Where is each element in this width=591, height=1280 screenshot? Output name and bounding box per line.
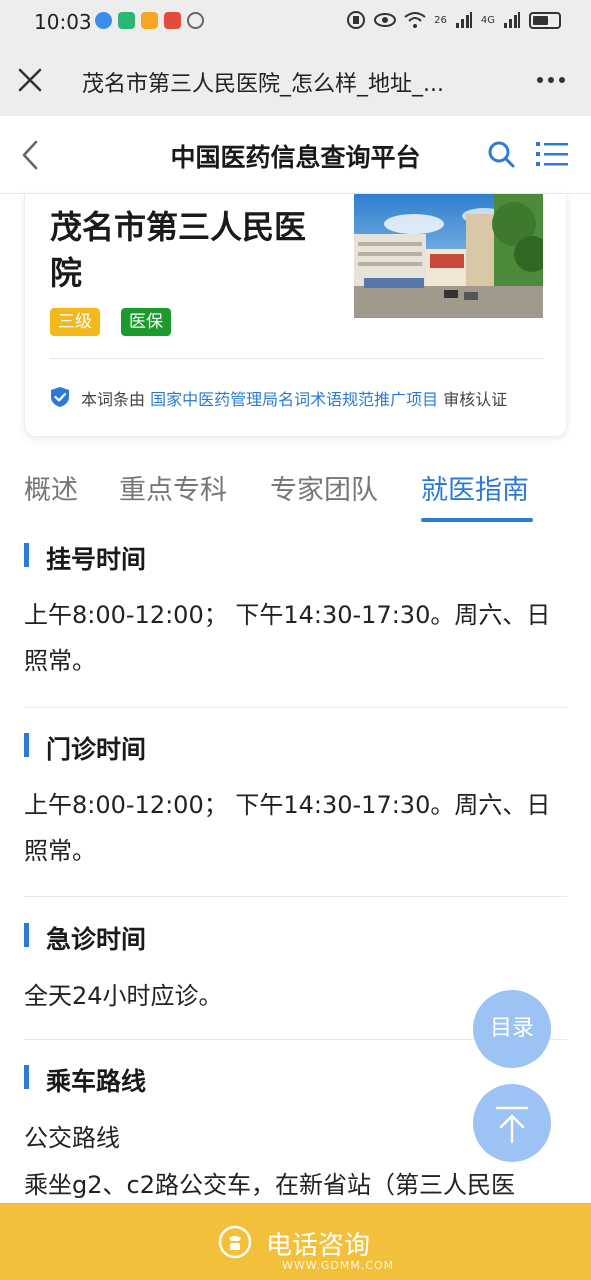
browser-title-bar: 茂名市第三人民医院_怎么样_地址_... xyxy=(0,44,591,116)
verify-link[interactable]: 国家中医药管理局名词术语规范推广项目 xyxy=(150,390,438,409)
card-divider xyxy=(50,358,543,359)
menu-list-icon[interactable] xyxy=(536,140,568,168)
tab-key-departments[interactable]: 重点专科 xyxy=(119,468,227,507)
wifi-icon xyxy=(404,12,426,28)
signal-icon-2 xyxy=(504,12,520,28)
section-marker xyxy=(24,733,29,757)
tab-overview[interactable]: 概述 xyxy=(24,468,78,507)
insurance-badge: 医保 xyxy=(121,308,171,336)
loading-icon xyxy=(187,12,204,29)
section-title: 急诊时间 xyxy=(46,925,147,954)
section-divider xyxy=(24,896,567,897)
section-title: 乘车路线 xyxy=(46,1067,147,1096)
shield-check-icon xyxy=(51,387,69,407)
phone-consult-label: 电话咨询 xyxy=(266,1231,371,1261)
search-icon[interactable] xyxy=(486,139,516,169)
battery-icon xyxy=(529,11,561,29)
section-title: 挂号时间 xyxy=(46,545,147,574)
hospital-photo[interactable] xyxy=(354,194,543,318)
nfc-icon xyxy=(347,11,366,29)
section-text: 上午8:00-12:00； 下午14:30-17:30。周六、日照常。 xyxy=(24,601,551,675)
close-icon[interactable] xyxy=(16,66,44,94)
signal-label-left: 26 xyxy=(434,14,447,26)
section-text: 乘坐g2、c2路公交车，在新省站（第三人民医 xyxy=(24,1171,515,1199)
back-to-top-button[interactable] xyxy=(473,1084,551,1162)
tab-expert-team[interactable]: 专家团队 xyxy=(270,468,378,507)
section-marker xyxy=(24,923,29,947)
active-tab-indicator xyxy=(421,518,533,522)
signal-icon xyxy=(455,12,472,28)
arrow-up-icon xyxy=(495,1106,529,1144)
table-of-contents-button[interactable]: 目录 xyxy=(473,990,551,1068)
status-indicators: 26 4G xyxy=(346,10,561,30)
status-bar: 10:03 26 4G xyxy=(0,0,591,44)
more-options-icon[interactable] xyxy=(535,68,567,92)
app-news-icon xyxy=(164,12,181,29)
hospital-card: 茂名市第三人民医院 三级 医保 本词条由 国家中医药管理局名词术语规范推广项目 … xyxy=(24,194,567,437)
section-title: 门诊时间 xyxy=(46,735,147,764)
app-heart-icon xyxy=(141,12,158,29)
phone-consult-bar[interactable]: 电话咨询 WWW.GDMM.COM xyxy=(0,1203,591,1280)
hospital-name: 茂名市第三人民医院 xyxy=(50,208,307,292)
browser-page-title: 茂名市第三人民医院_怎么样_地址_... xyxy=(82,72,444,97)
tab-visit-guide[interactable]: 就医指南 xyxy=(421,468,529,507)
section-outpatient-time: 门诊时间 上午8:00-12:00； 下午14:30-17:30。周六、日照常。 xyxy=(24,730,567,898)
verification-note: 本词条由 国家中医药管理局名词术语规范推广项目 审核认证 xyxy=(81,386,507,410)
section-text: 上午8:00-12:00； 下午14:30-17:30。周六、日照常。 xyxy=(24,791,551,865)
section-marker xyxy=(24,543,29,567)
site-watermark: WWW.GDMM.COM xyxy=(282,1259,395,1272)
section-registration-time: 挂号时间 上午8:00-12:00； 下午14:30-17:30。周六、日照常。 xyxy=(24,540,567,708)
phone-icon xyxy=(218,1225,252,1259)
verify-prefix: 本词条由 xyxy=(81,390,146,409)
eye-icon xyxy=(374,13,397,27)
app-notification-icon xyxy=(95,12,112,29)
status-app-icons xyxy=(95,12,204,29)
tab-bar: 概述 重点专科 专家团队 就医指南 xyxy=(24,468,567,524)
site-header: 中国医药信息查询平台 xyxy=(0,116,591,194)
section-marker xyxy=(24,1065,29,1089)
status-time: 10:03 xyxy=(34,10,92,34)
app-home-icon xyxy=(118,12,135,29)
verify-suffix: 审核认证 xyxy=(443,390,508,409)
signal-label-right: 4G xyxy=(480,14,495,26)
level-badge: 三级 xyxy=(50,308,100,336)
section-divider xyxy=(24,707,567,708)
